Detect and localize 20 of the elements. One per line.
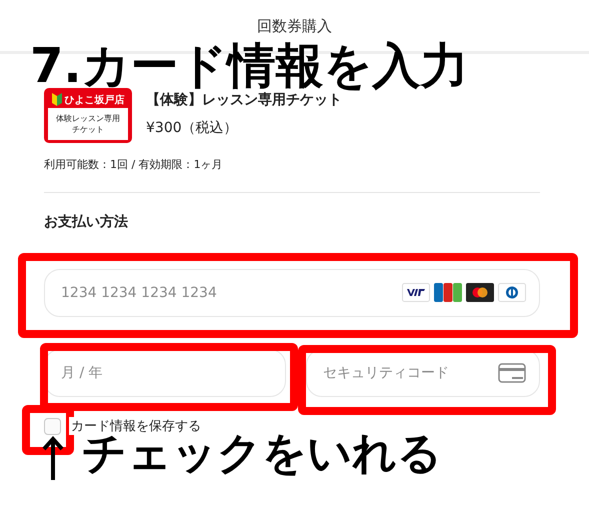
section-heading: お支払い方法 bbox=[44, 213, 129, 231]
card-brand-icon bbox=[434, 283, 462, 302]
logo-text: 体験レッスン専用 bbox=[56, 113, 120, 124]
ticket-terms: 利用可能数：1回 / 有効期限：1ヶ月 bbox=[44, 157, 224, 172]
save-card-checkbox[interactable] bbox=[44, 418, 61, 434]
store-name: ひよこ坂戸店 bbox=[64, 93, 124, 106]
annotation-title: 7.カード情報を入力 bbox=[30, 42, 469, 90]
ticket-title: 【体験】レッスン専用チケット bbox=[146, 91, 342, 109]
annotation-note: チェックをいれる bbox=[82, 432, 442, 476]
leaf-icon bbox=[52, 93, 62, 106]
card-brand-icon bbox=[466, 283, 494, 302]
card-brand-icon bbox=[498, 283, 526, 302]
card-icon bbox=[498, 363, 526, 383]
page-title: 回数券購入 bbox=[257, 17, 332, 36]
up-arrow-icon bbox=[42, 436, 64, 480]
logo-text: チケット bbox=[72, 124, 104, 135]
ticket-price: ¥300（税込） bbox=[146, 119, 239, 137]
card-brand-icon bbox=[402, 283, 430, 302]
card-number-field[interactable]: 1234 1234 1234 1234 bbox=[44, 269, 540, 317]
save-card-label: カード情報を保存する bbox=[69, 417, 201, 435]
